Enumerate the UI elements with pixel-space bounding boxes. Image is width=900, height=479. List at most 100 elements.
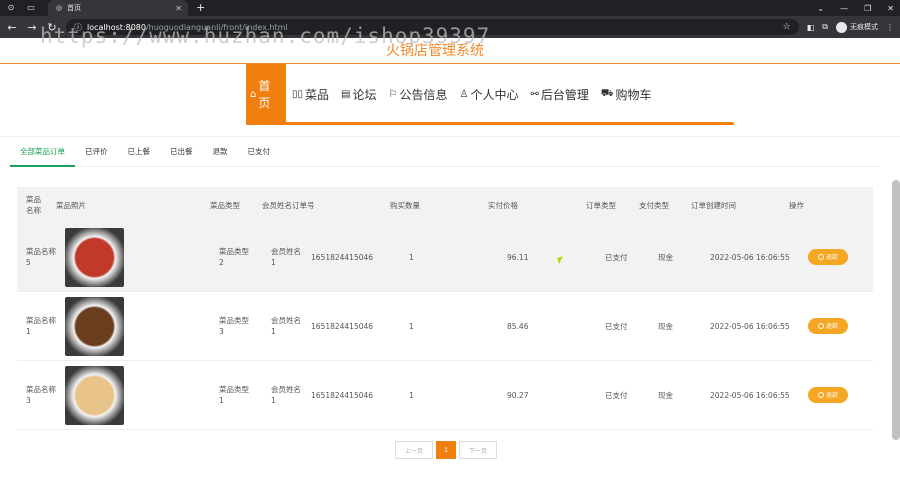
incognito-icon xyxy=(836,21,847,33)
nav-item-6[interactable]: ⛟ 购物车 xyxy=(595,64,658,124)
refund-button[interactable]: 退款 xyxy=(808,387,848,403)
order-tab-2[interactable]: 已上餐 xyxy=(118,137,161,167)
url-path: /huoguodianguanli/front/index.html xyxy=(145,22,288,32)
browser-tabbar: ⊙ ▭ ◎ 首页 ✕ + ⌄ — ❐ ✕ xyxy=(0,0,900,16)
table-row[interactable]: 菜品名称1 菜品类型3 会员姓名1 1651824415046 1 85.46 已支付 现金 2… xyxy=(17,292,873,361)
cell-wrap: 菜品类型2 xyxy=(219,246,271,268)
column-header: 购买数量 xyxy=(390,200,420,210)
url-host: localhost:8080 xyxy=(87,22,146,32)
order-tabs: 全部菜品订单 已评价 已上餐 已出餐 退款 已支付 xyxy=(10,137,880,167)
main-nav: ⌂ 首页 ▯▯ 菜品 ▤ 论坛 ⚐ 公告信息 ♙ 个人中心 ⚯ 后台管理 ⛟ 购物车 xyxy=(0,64,900,136)
link-icon: ⚯ xyxy=(530,88,539,100)
order-tab-0[interactable]: 全部菜品订单 xyxy=(10,137,75,167)
chevron-down-icon[interactable]: ⌄ xyxy=(817,4,824,13)
prev-page-button[interactable]: 上一页 xyxy=(395,441,433,459)
cell-type: 菜品类型1 xyxy=(219,385,249,405)
forum-icon: ▤ xyxy=(341,88,351,100)
address-bar[interactable]: ⓘ localhost:8080/huoguodianguanli/front/… xyxy=(66,19,799,35)
action-cell: 退款 xyxy=(808,249,868,265)
nav-item-4[interactable]: ♙ 个人中心 xyxy=(453,64,524,124)
more-menu-icon[interactable]: ⋮ xyxy=(886,23,894,32)
tab-title: 首页 xyxy=(67,4,82,12)
column-header: 会员姓名 xyxy=(262,200,292,210)
refund-button[interactable]: 退款 xyxy=(808,318,848,334)
refund-label: 退款 xyxy=(825,322,838,330)
order-tab-5[interactable]: 已支付 xyxy=(238,137,281,167)
column-header: 支付类型 xyxy=(639,200,669,210)
bookmark-star-icon[interactable]: ☆ xyxy=(783,22,791,32)
browser-tab[interactable]: ◎ 首页 ✕ xyxy=(48,0,188,16)
nav-item-2[interactable]: ▤ 论坛 xyxy=(335,64,382,124)
cell-wrap: 会员姓名1 xyxy=(271,315,311,337)
grid-icon: ▯▯ xyxy=(292,88,304,100)
cell-wrap: 菜品类型3 xyxy=(219,315,271,337)
order-tab-1[interactable]: 已评价 xyxy=(75,137,118,167)
reload-icon[interactable]: ↻ xyxy=(46,21,58,34)
nav-item-label: 首页 xyxy=(258,79,271,110)
cell-qty: 1 xyxy=(409,252,414,262)
table-row[interactable]: 菜品名称5 菜品类型2 会员姓名1 1651824415046 1 96.11 已支付 现金 2… xyxy=(17,223,873,292)
cell-order-no: 1651824415046 xyxy=(311,390,374,400)
order-tab-3[interactable]: 已出餐 xyxy=(160,137,203,167)
dish-photo-cell xyxy=(56,227,219,287)
refund-icon xyxy=(817,254,824,260)
cell-member: 会员姓名1 xyxy=(271,247,301,267)
column-header: 操作 xyxy=(789,200,804,210)
restore-icon[interactable]: ❐ xyxy=(864,4,871,13)
globe-icon: ◎ xyxy=(56,4,63,12)
orders-table: 菜品名称 菜品照片 菜品类型 会员姓名 订单号 购买数量 实付价格 订单类型 支付类型 订单创建时… xyxy=(17,187,873,430)
cell-price: 90.27 xyxy=(507,390,529,400)
cell-pay-type: 现金 xyxy=(658,321,673,331)
cell-order-no: 1651824415046 xyxy=(311,321,374,331)
close-tab-icon[interactable]: ✕ xyxy=(175,4,182,13)
cell-created: 2022-05-06 16:06:55 xyxy=(710,321,790,331)
column-header: 菜品类型 xyxy=(210,200,240,210)
incognito-indicator[interactable]: 无痕模式 xyxy=(836,21,878,33)
cell-type: 菜品类型2 xyxy=(219,247,249,267)
nav-item-label: 个人中心 xyxy=(470,87,519,102)
cell-pay-type: 现金 xyxy=(658,390,673,400)
action-cell: 退款 xyxy=(808,318,868,334)
nav-item-label: 公告信息 xyxy=(399,87,448,102)
refund-label: 退款 xyxy=(825,253,838,261)
nav-item-1[interactable]: ▯▯ 菜品 xyxy=(286,64,335,124)
next-page-button[interactable]: 下一页 xyxy=(459,441,497,459)
cart-icon: ⛟ xyxy=(600,87,614,99)
cell-price: 96.11 xyxy=(507,252,529,262)
order-tab-4[interactable]: 退款 xyxy=(203,137,238,167)
info-icon[interactable]: ⓘ xyxy=(74,22,82,33)
cell-wrap: 菜品名称5 xyxy=(17,246,56,268)
cell-qty: 1 xyxy=(409,390,414,400)
cell-wrap: 会员姓名1 xyxy=(271,246,311,268)
incognito-label: 无痕模式 xyxy=(850,23,878,31)
dish-photo-cell xyxy=(56,365,219,425)
forward-icon[interactable]: → xyxy=(26,21,38,34)
table-row[interactable]: 菜品名称3 菜品类型1 会员姓名1 1651824415046 1 90.27 已支付 现金 2… xyxy=(17,361,873,430)
refund-button[interactable]: 退款 xyxy=(808,249,848,265)
nav-item-0[interactable]: ⌂ 首页 xyxy=(246,64,286,124)
close-icon[interactable]: ✕ xyxy=(887,4,894,13)
window-controls: ⌄ — ❐ ✕ xyxy=(817,0,894,16)
minimize-icon[interactable]: — xyxy=(840,4,848,13)
window-icon[interactable]: ▭ xyxy=(26,3,36,13)
cell-pay-type: 现金 xyxy=(658,252,673,262)
page-scrollbar[interactable] xyxy=(892,180,900,440)
browser-menu-icon[interactable]: ⊙ xyxy=(6,3,16,13)
sidebar-icon[interactable]: ◧ xyxy=(807,23,815,32)
dish-photo-cell xyxy=(56,296,219,356)
extensions-icon[interactable]: ⧉ xyxy=(822,22,828,32)
cell-wrap: 菜品名称3 xyxy=(17,384,56,406)
back-icon[interactable]: ← xyxy=(6,21,18,34)
nav-item-5[interactable]: ⚯ 后台管理 xyxy=(524,64,594,124)
site-header: 火锅店管理系统 xyxy=(0,38,900,64)
column-header: 菜品照片 xyxy=(56,200,86,210)
nav-item-3[interactable]: ⚐ 公告信息 xyxy=(383,64,454,124)
new-tab-icon[interactable]: + xyxy=(196,0,205,16)
cell-order-no: 1651824415046 xyxy=(311,252,374,262)
pagination: 上一页 1 下一页 xyxy=(395,441,497,459)
cell-order-type: 已支付 xyxy=(605,390,628,400)
current-page-button[interactable]: 1 xyxy=(436,441,456,459)
cell-member: 会员姓名1 xyxy=(271,316,301,336)
cell-name: 菜品名称3 xyxy=(26,385,56,405)
cell-name: 菜品名称1 xyxy=(26,316,56,336)
